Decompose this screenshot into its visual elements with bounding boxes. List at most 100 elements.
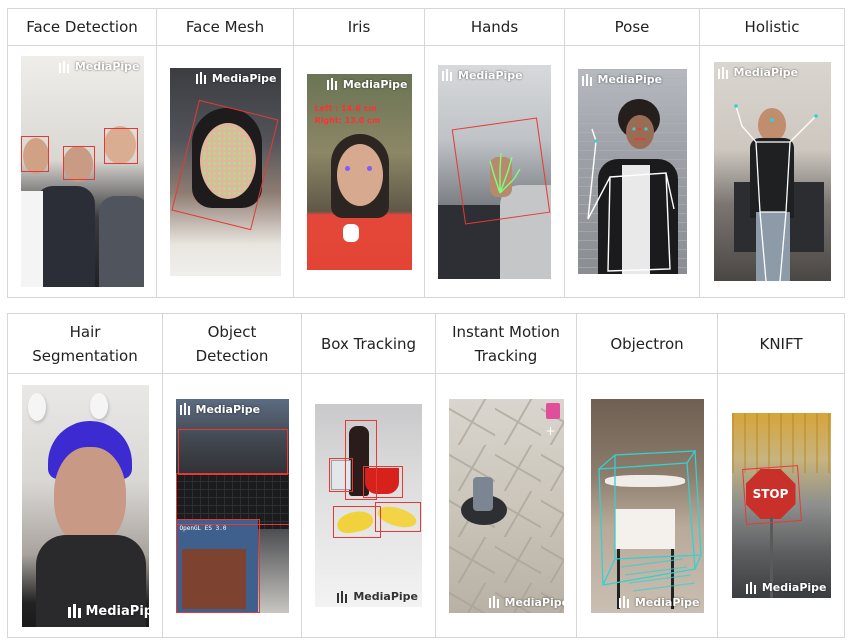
header-iris: Iris: [293, 8, 425, 46]
brand-label: MediaPipe: [733, 66, 799, 79]
mediapipe-logo: MediaPipe: [717, 66, 799, 79]
mediapipe-logo: MediaPipe: [442, 69, 523, 82]
header-line: Object: [207, 322, 257, 341]
brand-label: MediaPipe: [761, 581, 827, 594]
mediapipe-mark-icon: [195, 72, 208, 84]
mediapipe-logo: MediaPipe: [326, 77, 408, 91]
object-detection-image[interactable]: OpenGL ES 3.0 MediaPipe: [175, 398, 289, 613]
mediapipe-mark-icon: [717, 66, 730, 79]
mediapipe-logo: MediaPipe: [488, 595, 564, 609]
header-line: Instant Motion: [452, 322, 560, 341]
hand-landmarks: [489, 152, 521, 193]
face-box: [62, 146, 95, 180]
brand-label: MediaPipe: [634, 595, 700, 609]
header-line: Tracking: [474, 346, 538, 365]
brand-label: MediaPipe: [504, 595, 564, 609]
cell-holistic: MediaPipe: [699, 45, 845, 298]
brand-label: MediaPipe: [342, 77, 408, 91]
mediapipe-mark-icon: [488, 596, 501, 608]
mediapipe-logo: MediaPipe: [337, 590, 418, 603]
instant-motion-tracking-image[interactable]: + MediaPipe: [448, 398, 564, 613]
cell-face-mesh: MediaPipe: [156, 45, 294, 298]
brand-label: MediaPipe: [458, 68, 523, 82]
mediapipe-mark-icon: [58, 60, 71, 73]
box-tracking-image[interactable]: MediaPipe: [315, 404, 422, 607]
mediapipe-logo: MediaPipe: [179, 402, 261, 416]
cell-objectron: MediaPipe: [576, 373, 718, 638]
mediapipe-mark-icon: [179, 403, 192, 415]
iris-left-readout: Left : 14.6 cm: [314, 103, 377, 113]
tracking-box: [363, 466, 403, 498]
brand-label: MediaPipe: [597, 73, 663, 86]
knift-image[interactable]: STOP MediaPipe: [731, 413, 831, 598]
header-hair-segmentation: Hair Segmentation: [7, 313, 163, 374]
header-objectron: Objectron: [576, 313, 718, 374]
header-line: Segmentation: [32, 346, 138, 365]
face-mesh-image[interactable]: MediaPipe: [169, 67, 281, 276]
mediapipe-logo: MediaPipe: [618, 595, 700, 609]
tracking-box: [329, 458, 353, 492]
mediapipe-mark-icon: [67, 604, 82, 618]
add-icon[interactable]: +: [545, 425, 555, 437]
cell-hair-segmentation: MediaPipe: [7, 373, 163, 638]
brand-label: MediaPipe: [85, 603, 149, 619]
mediapipe-mark-icon: [337, 590, 350, 603]
header-line: Detection: [195, 346, 269, 365]
face-box: [170, 99, 279, 230]
tracking-box: [375, 502, 421, 532]
solutions-table-row1: Face Detection Face Mesh Iris Hands Pose…: [7, 8, 845, 298]
face-detection-image[interactable]: MediaPipe: [20, 56, 144, 287]
cell-face-detection: MediaPipe: [7, 45, 157, 298]
holistic-image[interactable]: MediaPipe: [713, 62, 831, 281]
cell-object-detection: OpenGL ES 3.0 MediaPipe: [162, 373, 302, 638]
mediapipe-logo: MediaPipe: [67, 603, 149, 619]
mediapipe-mark-icon: [326, 78, 339, 90]
brand-label: MediaPipe: [74, 60, 140, 73]
brand-label: MediaPipe: [211, 71, 277, 85]
mediapipe-logo: MediaPipe: [745, 581, 827, 594]
sticker-icon[interactable]: [545, 402, 560, 419]
cell-knift: STOP MediaPipe: [717, 373, 845, 638]
header-pose: Pose: [564, 8, 700, 46]
pose-image[interactable]: MediaPipe: [577, 69, 687, 274]
cell-instant-motion-tracking: + MediaPipe: [435, 373, 577, 638]
header-box-tracking: Box Tracking: [301, 313, 436, 374]
hair-segmentation-image[interactable]: MediaPipe: [21, 384, 149, 627]
hands-image[interactable]: MediaPipe: [438, 64, 551, 279]
header-hands: Hands: [424, 8, 565, 46]
mediapipe-mark-icon: [442, 69, 454, 81]
header-face-detection: Face Detection: [7, 8, 157, 46]
header-line: Hair: [69, 322, 101, 341]
header-holistic: Holistic: [699, 8, 845, 46]
detection-box: [175, 472, 289, 525]
mediapipe-mark-icon: [745, 581, 758, 594]
match-box: [741, 465, 802, 525]
mediapipe-logo: MediaPipe: [58, 60, 140, 73]
cell-pose: MediaPipe: [564, 45, 700, 298]
brand-label: MediaPipe: [353, 590, 418, 603]
detection-box: [177, 428, 288, 475]
header-face-mesh: Face Mesh: [156, 8, 294, 46]
detection-box: [175, 518, 260, 613]
cell-iris: Left : 14.6 cm Right: 13.0 cm MediaPipe: [293, 45, 425, 298]
cell-box-tracking: MediaPipe: [301, 373, 436, 638]
cell-hands: MediaPipe: [424, 45, 565, 298]
iris-right-readout: Right: 13.0 cm: [314, 115, 381, 125]
face-box: [20, 136, 49, 172]
solutions-table-row2: Hair Segmentation Object Detection Box T…: [7, 313, 845, 638]
holistic-skeleton: [733, 104, 818, 281]
brand-label: MediaPipe: [195, 402, 261, 416]
pose-skeleton: [586, 127, 675, 272]
mediapipe-mark-icon: [618, 596, 631, 608]
objectron-3d-box: [597, 449, 702, 592]
header-knift: KNIFT: [717, 313, 845, 374]
mediapipe-logo: MediaPipe: [581, 73, 663, 86]
face-box: [103, 128, 138, 164]
tracking-box: [333, 506, 381, 538]
objectron-image[interactable]: MediaPipe: [590, 398, 704, 613]
mediapipe-logo: MediaPipe: [195, 71, 277, 85]
iris-image[interactable]: Left : 14.6 cm Right: 13.0 cm MediaPipe: [306, 73, 412, 270]
header-instant-motion-tracking: Instant Motion Tracking: [435, 313, 577, 374]
mediapipe-mark-icon: [581, 73, 594, 86]
header-object-detection: Object Detection: [162, 313, 302, 374]
